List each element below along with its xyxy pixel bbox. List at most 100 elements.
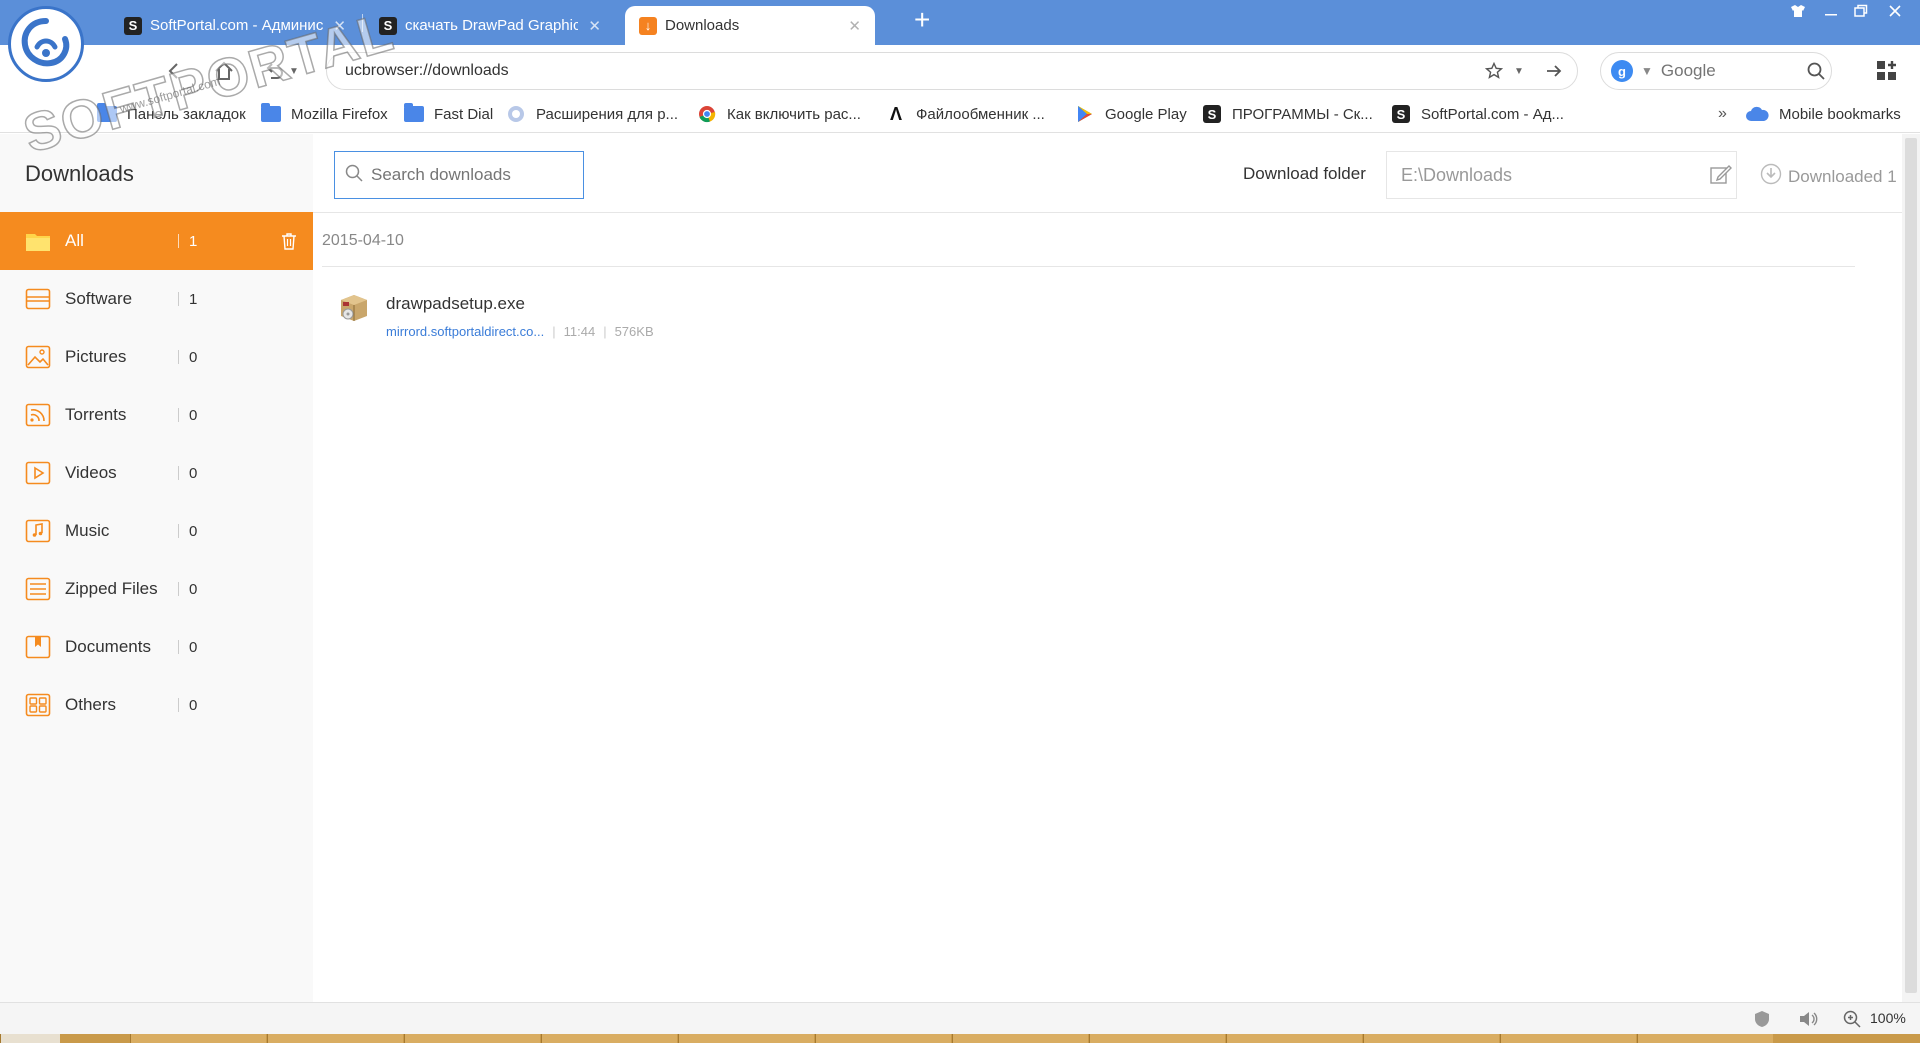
bookmarks-overflow-button[interactable]: » xyxy=(1718,105,1727,123)
category-documents[interactable]: Documents 0 xyxy=(0,618,313,676)
download-folder-field[interactable] xyxy=(1386,151,1737,199)
download-folder-label: Download folder xyxy=(1243,164,1366,183)
uc-browser-logo[interactable] xyxy=(8,6,84,82)
scrollbar-thumb[interactable] xyxy=(1905,138,1917,993)
close-icon[interactable]: ✕ xyxy=(848,17,861,35)
downloads-sidebar: Downloads All 1 Software 1 Pictures 0 To… xyxy=(0,134,313,1002)
search-input[interactable] xyxy=(1660,61,1801,81)
category-videos[interactable]: Videos 0 xyxy=(0,444,313,502)
music-icon xyxy=(25,518,51,544)
restore-button[interactable] xyxy=(1848,4,1874,23)
category-label: Torrents xyxy=(65,405,127,424)
chevron-down-icon[interactable]: ▼ xyxy=(1513,58,1525,84)
skin-icon[interactable] xyxy=(1785,4,1811,23)
bookmark-label: ПРОГРАММЫ - Ск... xyxy=(1232,105,1373,123)
go-arrow-icon[interactable] xyxy=(1541,58,1567,84)
torrent-icon xyxy=(25,402,51,428)
apps-grid-icon[interactable] xyxy=(1876,60,1898,87)
search-downloads-input[interactable] xyxy=(371,165,571,185)
category-pictures[interactable]: Pictures 0 xyxy=(0,328,313,386)
category-count: 0 xyxy=(189,580,198,598)
url-input[interactable] xyxy=(345,62,1481,80)
search-box[interactable]: g ▼ xyxy=(1600,52,1832,90)
bookmark-label: Расширения для р... xyxy=(536,105,679,123)
start-button[interactable] xyxy=(0,1034,60,1043)
bookmark-label: SoftPortal.com - Ад... xyxy=(1421,105,1564,123)
software-icon xyxy=(25,286,51,312)
bookmark-extensions[interactable]: Расширения для р... xyxy=(506,105,678,123)
bookmarks-bar: Панель закладок Mozilla Firefox Fast Dia… xyxy=(0,97,1920,133)
taskbar-item[interactable] xyxy=(541,1034,677,1043)
taskbar-item[interactable] xyxy=(267,1034,403,1043)
close-window-button[interactable] xyxy=(1882,4,1908,23)
taskbar-item[interactable] xyxy=(404,1034,540,1043)
meta-separator: | xyxy=(552,324,556,339)
download-folder-input[interactable] xyxy=(1401,164,1706,186)
sidebar-title: Downloads xyxy=(25,161,134,186)
category-torrents[interactable]: Torrents 0 xyxy=(0,386,313,444)
chevron-down-icon[interactable]: ▼ xyxy=(1641,64,1653,78)
category-count: 0 xyxy=(189,406,198,424)
search-downloads-box[interactable] xyxy=(334,151,584,199)
bookmark-file-exchange[interactable]: Λ Файлообменник ... xyxy=(886,104,1045,124)
header-divider xyxy=(313,212,1902,213)
bookmark-programs[interactable]: S ПРОГРАММЫ - Ск... xyxy=(1202,105,1373,123)
meta-separator: | xyxy=(603,324,607,339)
edit-icon[interactable] xyxy=(1706,165,1736,185)
file-source-link[interactable]: mirrord.softportaldirect.co... xyxy=(386,324,544,339)
extension-icon xyxy=(506,105,526,123)
file-name[interactable]: drawpadsetup.exe xyxy=(386,294,525,314)
tab-downloads[interactable]: ↓ Downloads ✕ xyxy=(625,6,875,45)
trash-icon[interactable] xyxy=(279,230,299,252)
bookmark-label: Mozilla Firefox xyxy=(291,105,388,123)
category-label: Others xyxy=(65,695,117,714)
speaker-icon[interactable] xyxy=(1798,1010,1818,1028)
taskbar-item[interactable] xyxy=(1089,1034,1225,1043)
close-icon[interactable]: ✕ xyxy=(588,17,601,35)
bookmark-folder-firefox[interactable]: Mozilla Firefox xyxy=(261,103,388,123)
bookmark-chrome-howto[interactable]: Как включить рас... xyxy=(697,105,861,123)
new-tab-button[interactable]: + xyxy=(914,4,930,36)
taskbar-item[interactable] xyxy=(1363,1034,1499,1043)
taskbar-item[interactable] xyxy=(815,1034,951,1043)
taskbar-item[interactable] xyxy=(1637,1034,1773,1043)
category-label: All xyxy=(65,231,84,250)
others-icon xyxy=(25,692,51,718)
vertical-scrollbar[interactable] xyxy=(1902,134,1920,1002)
category-music[interactable]: Music 0 xyxy=(0,502,313,560)
address-bar[interactable]: ▼ xyxy=(326,52,1578,90)
mobile-bookmarks[interactable]: Mobile bookmarks xyxy=(1745,105,1901,123)
downloads-main-panel: Download folder Downloaded 1 2015-04-10 … xyxy=(313,134,1902,1002)
tab-drawpad[interactable]: S скачать DrawPad Graphic I ✕ xyxy=(365,6,615,45)
softportal-s-icon: S xyxy=(1202,105,1222,123)
taskbar-item[interactable] xyxy=(1500,1034,1636,1043)
category-label: Software xyxy=(65,289,133,308)
zip-icon xyxy=(25,576,51,602)
google-engine-icon[interactable]: g xyxy=(1611,60,1633,82)
bookmark-label: Mobile bookmarks xyxy=(1779,105,1901,123)
category-others[interactable]: Others 0 xyxy=(0,676,313,734)
count-divider xyxy=(178,350,179,364)
download-item[interactable]: drawpadsetup.exe mirrord.softportaldirec… xyxy=(338,292,938,352)
category-all[interactable]: All 1 xyxy=(0,212,313,270)
file-time: 11:44 xyxy=(563,324,596,339)
star-icon[interactable] xyxy=(1481,58,1507,84)
bookmark-softportal-admin[interactable]: S SoftPortal.com - Ад... xyxy=(1391,105,1564,123)
bookmark-folder-fast-dial[interactable]: Fast Dial xyxy=(404,103,493,123)
category-label: Pictures xyxy=(65,347,127,366)
tab-title: Downloads xyxy=(665,17,740,34)
shield-icon[interactable] xyxy=(1752,1010,1772,1028)
zoom-level[interactable]: 100% xyxy=(1870,1010,1906,1026)
minimize-button[interactable] xyxy=(1818,4,1844,23)
category-count: 0 xyxy=(189,696,198,714)
search-icon[interactable] xyxy=(1801,61,1831,81)
bookmark-google-play[interactable]: Google Play xyxy=(1075,105,1187,123)
taskbar-item[interactable] xyxy=(678,1034,814,1043)
taskbar-item[interactable] xyxy=(1226,1034,1362,1043)
category-count: 1 xyxy=(189,232,198,250)
taskbar-item[interactable] xyxy=(130,1034,266,1043)
taskbar-item[interactable] xyxy=(952,1034,1088,1043)
category-software[interactable]: Software 1 xyxy=(0,270,313,328)
zoom-icon[interactable] xyxy=(1842,1010,1862,1028)
category-zipped-files[interactable]: Zipped Files 0 xyxy=(0,560,313,618)
